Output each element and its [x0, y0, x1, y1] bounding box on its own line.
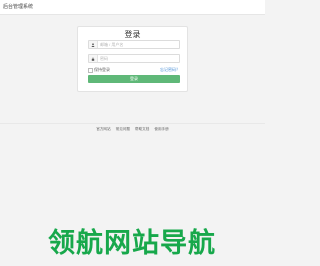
top-bar: 后台管理系统 — [0, 0, 265, 15]
username-field[interactable] — [88, 40, 180, 49]
remember-checkbox[interactable] — [88, 68, 93, 73]
login-button[interactable]: 登录 — [88, 75, 180, 83]
user-icon — [89, 41, 98, 48]
lock-icon — [89, 55, 98, 62]
footer-links: 官方网站 常见问题 帮助文档 使用手册 — [0, 127, 265, 132]
remember-label: 保持登录 — [94, 67, 110, 72]
login-panel: 登录 保持登录 忘记密码？ 登录 — [77, 26, 188, 92]
watermark-logo: 领航网站导航 — [0, 226, 265, 261]
forgot-password-link[interactable]: 忘记密码？ — [160, 67, 180, 73]
footer-link[interactable]: 帮助文档 — [135, 127, 149, 131]
svg-text:领航网站导航: 领航网站导航 — [48, 227, 216, 259]
footer-link[interactable]: 常见问题 — [116, 127, 130, 131]
remember-row: 保持登录 忘记密码？ — [88, 67, 180, 73]
password-field[interactable] — [88, 54, 180, 63]
login-title: 登录 — [124, 30, 141, 39]
site-title: 后台管理系统 — [3, 4, 34, 10]
footer-link[interactable]: 使用手册 — [154, 127, 168, 131]
password-input[interactable] — [100, 55, 178, 62]
username-input[interactable] — [100, 41, 178, 48]
footer-divider — [0, 123, 265, 124]
footer-link[interactable]: 官方网站 — [96, 127, 110, 131]
